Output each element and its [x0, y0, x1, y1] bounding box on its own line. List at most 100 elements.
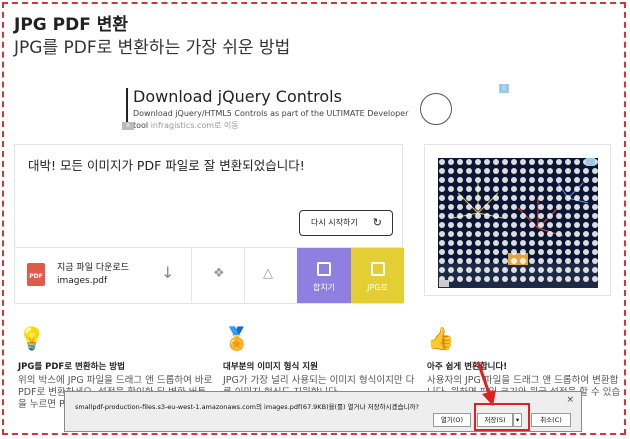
merge-button[interactable]: 합치기	[297, 248, 351, 303]
dot	[448, 195, 454, 201]
dot	[556, 186, 562, 192]
adchoices-icon[interactable]	[586, 158, 595, 166]
dot	[439, 159, 445, 165]
to-jpg-button[interactable]: JPG로	[351, 248, 404, 303]
dot	[511, 258, 517, 264]
dot	[439, 213, 445, 219]
dot	[547, 231, 553, 237]
dot	[511, 168, 517, 174]
dot	[475, 177, 481, 183]
dot	[448, 186, 454, 192]
dot	[547, 159, 553, 165]
to-jpg-label: JPG로	[367, 283, 388, 292]
dot	[511, 240, 517, 246]
dot	[556, 159, 562, 165]
dot	[547, 204, 553, 210]
ad-close-icon[interactable]: x	[122, 122, 134, 130]
banner-ad[interactable]: Download jQuery Controls Download jQuery…	[122, 84, 516, 131]
dot	[574, 276, 580, 282]
dot	[457, 177, 463, 183]
dot	[502, 240, 508, 246]
side-ad[interactable]	[424, 144, 611, 296]
dot	[439, 168, 445, 174]
dot	[574, 213, 580, 219]
adchoices-icon[interactable]: i	[499, 84, 509, 93]
dot	[439, 177, 445, 183]
download-prompt: smallpdf-production-files.s3-eu-west-1.a…	[75, 403, 419, 411]
dot	[493, 267, 499, 273]
dot	[457, 231, 463, 237]
dot	[511, 159, 517, 165]
dot	[538, 240, 544, 246]
divider	[191, 248, 192, 303]
dropbox-icon[interactable]: ❖	[213, 266, 225, 281]
dot	[475, 249, 481, 255]
dot	[448, 267, 454, 273]
dot	[538, 213, 544, 219]
dot	[502, 204, 508, 210]
dot	[538, 249, 544, 255]
ad-description-tail: tool	[133, 121, 149, 130]
download-label[interactable]: 지금 파일 다운로드	[57, 260, 129, 273]
dot	[448, 177, 454, 183]
dot	[574, 168, 580, 174]
divider	[244, 248, 245, 303]
dot	[457, 204, 463, 210]
dot	[493, 204, 499, 210]
ad-image[interactable]	[438, 158, 598, 288]
dot	[466, 177, 472, 183]
dot	[502, 168, 508, 174]
dot	[484, 231, 490, 237]
dot	[493, 159, 499, 165]
ad-domain[interactable]: infragistics.com로 이동	[151, 121, 239, 130]
dot	[484, 177, 490, 183]
dot	[538, 195, 544, 201]
dot	[520, 177, 526, 183]
dot	[448, 231, 454, 237]
dot	[520, 231, 526, 237]
dot	[502, 222, 508, 228]
ad-close-icon[interactable]	[439, 280, 449, 287]
dot	[457, 258, 463, 264]
dot	[466, 213, 472, 219]
dot	[493, 249, 499, 255]
dot	[466, 267, 472, 273]
dot	[475, 204, 481, 210]
ad-url[interactable]: tool infragistics.com로 이동	[133, 120, 239, 131]
dot	[466, 222, 472, 228]
dot	[493, 276, 499, 282]
dot	[439, 195, 445, 201]
dot	[511, 222, 517, 228]
download-arrow-icon[interactable]: ↓	[161, 263, 174, 282]
dot	[556, 276, 562, 282]
dot	[547, 213, 553, 219]
dot	[556, 204, 562, 210]
close-icon[interactable]: ×	[566, 395, 574, 405]
dot	[592, 249, 598, 255]
ad-circle-icon[interactable]	[420, 93, 452, 125]
ad-headline[interactable]: Download jQuery Controls	[133, 87, 342, 106]
open-button[interactable]: 열기(O)	[433, 413, 471, 427]
dot	[592, 258, 598, 264]
refresh-icon: ↻	[372, 216, 382, 229]
dot	[502, 159, 508, 165]
dot	[529, 168, 535, 174]
dot	[502, 231, 508, 237]
dot	[574, 204, 580, 210]
google-drive-icon[interactable]: △	[263, 266, 273, 281]
dot	[583, 231, 589, 237]
merge-label: 합치기	[312, 283, 336, 292]
dot	[529, 258, 535, 264]
dot	[592, 177, 598, 183]
restart-button[interactable]: 다시 시작하기 ↻	[299, 210, 393, 236]
dot	[475, 168, 481, 174]
dot	[565, 267, 571, 273]
dot	[556, 168, 562, 174]
dot	[448, 258, 454, 264]
cancel-button[interactable]: 취소(C)	[531, 413, 571, 427]
dot	[538, 204, 544, 210]
dot	[448, 204, 454, 210]
dot	[592, 231, 598, 237]
dot	[457, 195, 463, 201]
dot	[466, 195, 472, 201]
